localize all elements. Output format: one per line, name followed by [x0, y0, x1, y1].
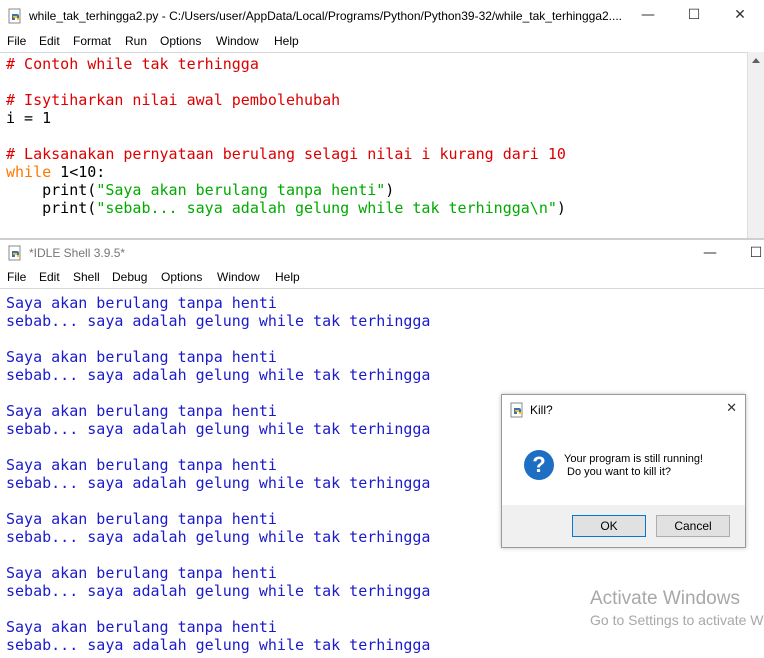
editor-title: while_tak_terhingga2.py - C:/Users/user/…	[29, 9, 622, 23]
editor-text-area[interactable]: # Contoh while tak terhingga # Isytihark…	[0, 52, 748, 239]
code-line-9-string: "sebab... saya adalah gelung while tak t…	[96, 199, 557, 217]
code-line-4: i = 1	[6, 109, 52, 127]
kill-dialog: Kill? ✕ ? Your program is still running!…	[501, 394, 746, 548]
editor-close-button[interactable]: ✕	[728, 4, 752, 26]
shell-output-line: sebab... saya adalah gelung while tak te…	[6, 582, 431, 600]
code-line-6: # Laksanakan pernyataan berulang selagi …	[6, 145, 566, 163]
question-icon: ?	[524, 450, 554, 480]
dialog-message-line-2: Do you want to kill it?	[564, 466, 671, 478]
shell-output-line: sebab... saya adalah gelung while tak te…	[6, 420, 431, 438]
shell-output-line: Saya akan berulang tanpa henti	[6, 510, 277, 528]
shell-menu-debug[interactable]: Debug	[112, 270, 147, 284]
code-line-9-call: print(	[6, 199, 97, 217]
shell-output-line: Saya akan berulang tanpa henti	[6, 348, 277, 366]
editor-menu-file[interactable]: File	[7, 34, 26, 48]
code-line-1: # Contoh while tak terhingga	[6, 55, 259, 73]
shell-menu-edit[interactable]: Edit	[39, 270, 60, 284]
shell-menu-window[interactable]: Window	[217, 270, 260, 284]
cancel-button[interactable]: Cancel	[656, 515, 730, 537]
shell-menu-help[interactable]: Help	[275, 270, 300, 284]
editor-titlebar[interactable]: while_tak_terhingga2.py - C:/Users/user/…	[0, 0, 764, 32]
shell-output-line: Saya akan berulang tanpa henti	[6, 564, 277, 582]
editor-menu-help[interactable]: Help	[274, 34, 299, 48]
editor-menu-edit[interactable]: Edit	[39, 34, 60, 48]
scroll-up-arrow-icon[interactable]	[752, 58, 760, 63]
code-line-9: print("sebab... saya adalah gelung while…	[6, 199, 566, 217]
shell-maximize-button[interactable]: ☐	[744, 242, 764, 264]
python-dialog-icon	[510, 402, 523, 418]
editor-menu-run[interactable]: Run	[125, 34, 147, 48]
shell-menu-shell[interactable]: Shell	[73, 270, 100, 284]
code-line-7: while 1<10:	[6, 163, 105, 181]
shell-menubar: File Edit Shell Debug Options Window Hel…	[0, 268, 764, 288]
editor-minimize-button[interactable]: —	[636, 4, 660, 26]
shell-output-line: Saya akan berulang tanpa henti	[6, 456, 277, 474]
shell-title: *IDLE Shell 3.9.5*	[29, 246, 126, 260]
editor-window: while_tak_terhingga2.py - C:/Users/user/…	[0, 0, 764, 238]
editor-menu-format[interactable]: Format	[73, 34, 111, 48]
shell-output-line: sebab... saya adalah gelung while tak te…	[6, 636, 431, 654]
editor-menu-options[interactable]: Options	[160, 34, 201, 48]
dialog-button-bar: OK Cancel	[502, 505, 745, 547]
shell-menu-file[interactable]: File	[7, 270, 26, 284]
code-line-3: # Isytiharkan nilai awal pembolehubah	[6, 91, 341, 109]
code-line-8-string: "Saya akan berulang tanpa henti"	[96, 181, 386, 199]
code-line-7-rest: 1<10:	[51, 163, 106, 181]
activate-windows-hint: Go to Settings to activate W	[590, 612, 764, 628]
dialog-close-button[interactable]: ✕	[726, 401, 737, 416]
shell-output-line: sebab... saya adalah gelung while tak te…	[6, 366, 431, 384]
editor-menu-window[interactable]: Window	[216, 34, 259, 48]
editor-menubar: File Edit Format Run Options Window Help	[0, 32, 764, 52]
dialog-message-line-1: Your program is still running!	[564, 453, 703, 465]
shell-output-line: sebab... saya adalah gelung while tak te…	[6, 312, 431, 330]
python-shell-icon	[8, 245, 21, 261]
code-line-8: print("Saya akan berulang tanpa henti")	[6, 181, 394, 199]
code-line-8-call: print(	[6, 181, 97, 199]
editor-scrollbar[interactable]	[747, 52, 764, 238]
shell-minimize-button[interactable]: —	[698, 242, 722, 264]
dialog-title: Kill?	[530, 403, 553, 417]
ok-button[interactable]: OK	[572, 515, 646, 537]
keyword-while: while	[6, 163, 52, 181]
shell-menu-options[interactable]: Options	[161, 270, 202, 284]
python-file-icon	[8, 8, 21, 24]
shell-output-line: sebab... saya adalah gelung while tak te…	[6, 528, 431, 546]
code-line-9-end: )	[556, 199, 566, 217]
shell-output-line: Saya akan berulang tanpa henti	[6, 294, 277, 312]
shell-titlebar[interactable]: *IDLE Shell 3.9.5* — ☐	[0, 240, 764, 268]
shell-output-line: sebab... saya adalah gelung while tak te…	[6, 474, 431, 492]
shell-output-line: Saya akan berulang tanpa henti	[6, 618, 277, 636]
editor-maximize-button[interactable]: ☐	[682, 4, 706, 26]
activate-windows-watermark: Activate Windows	[590, 588, 740, 609]
shell-output-line: Saya akan berulang tanpa henti	[6, 402, 277, 420]
code-line-8-end: )	[385, 181, 395, 199]
